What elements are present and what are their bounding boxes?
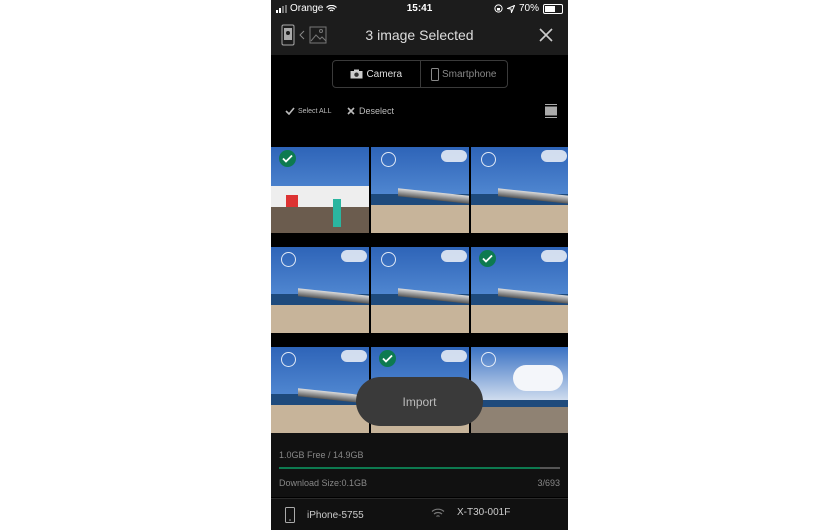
unselected-circle-icon[interactable] [481, 352, 496, 367]
phone-screen: Orange 15:41 70% 3 image Selected Camera… [271, 0, 568, 530]
tab-smartphone[interactable]: Smartphone [421, 61, 508, 87]
free-space-label: 1.0GB Free / 14.9GB [279, 450, 364, 460]
battery-icon [543, 3, 563, 14]
header-bar: 3 image Selected [271, 17, 568, 55]
storage-progress-bar [279, 467, 560, 469]
tab-smartphone-label: Smartphone [442, 68, 497, 80]
selected-check-icon [479, 250, 496, 267]
image-thumbnail[interactable] [271, 147, 369, 233]
import-button[interactable]: Import [356, 377, 483, 426]
unselected-circle-icon[interactable] [381, 252, 396, 267]
selection-count: 3/693 [537, 478, 560, 488]
image-thumbnail[interactable] [471, 147, 568, 233]
selected-check-icon [279, 150, 296, 167]
image-thumbnail[interactable] [271, 247, 369, 333]
checkmark-icon [285, 107, 295, 115]
image-thumbnail[interactable] [371, 147, 469, 233]
source-tabs: Camera Smartphone [332, 60, 508, 88]
unselected-circle-icon[interactable] [381, 152, 396, 167]
selected-check-icon [379, 350, 396, 367]
deselect-label: Deselect [359, 106, 395, 116]
lock-rotation-icon [494, 4, 503, 13]
smartphone-icon [285, 507, 295, 523]
camera-name: X-T30-001F [457, 507, 511, 518]
unselected-circle-icon[interactable] [281, 252, 296, 267]
selection-toolbar: Select ALL Deselect [271, 104, 568, 122]
list-view-icon[interactable] [545, 104, 557, 118]
download-size-label: Download Size:0.1GB [279, 478, 368, 488]
camera-icon [350, 69, 363, 79]
status-bar: Orange 15:41 70% [271, 0, 568, 17]
location-icon [506, 4, 515, 13]
image-thumbnail[interactable] [371, 247, 469, 333]
select-all-button[interactable]: Select ALL [285, 107, 331, 115]
battery-percent: 70% [518, 3, 539, 14]
image-thumbnail[interactable] [471, 247, 568, 333]
close-icon[interactable] [536, 25, 556, 45]
storage-panel: 1.0GB Free / 14.9GB Download Size:0.1GB … [271, 433, 568, 497]
device-name: iPhone-5755 [307, 509, 364, 521]
select-all-label: Select ALL [298, 107, 332, 115]
connection-footer: iPhone-5755 X-T30-001F [271, 498, 568, 530]
tab-camera-label: Camera [366, 68, 403, 80]
x-icon [347, 107, 355, 115]
image-thumbnail[interactable] [471, 347, 568, 433]
unselected-circle-icon[interactable] [481, 152, 496, 167]
unselected-circle-icon[interactable] [281, 352, 296, 367]
tab-camera[interactable]: Camera [333, 61, 421, 87]
image-thumbnail[interactable] [271, 347, 369, 433]
wifi-icon [431, 508, 445, 517]
smartphone-icon [431, 67, 439, 81]
deselect-button[interactable]: Deselect [347, 106, 394, 116]
page-title: 3 image Selected [365, 27, 474, 43]
